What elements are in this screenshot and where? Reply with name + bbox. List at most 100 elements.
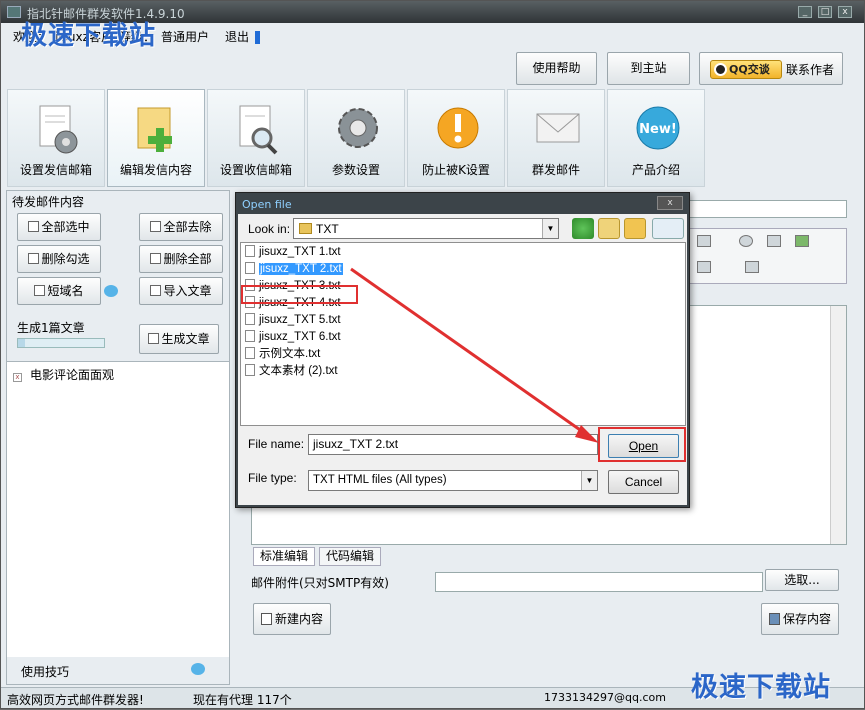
select-all-label: 全部选中 [41,220,90,234]
save-content-label: 保存内容 [782,612,831,626]
generate-count-label: 生成1篇文章 [17,321,85,335]
tab-code-edit[interactable]: 代码编辑 [319,547,382,566]
file-item[interactable]: jisuxz_TXT 5.txt [245,313,341,328]
text-file-icon [245,262,255,274]
tab-recipient-mailbox[interactable]: 设置收信邮箱 [207,89,305,187]
new-badge-icon: New! [636,106,680,150]
tab-edit-content[interactable]: 编辑发信内容 [107,89,205,187]
file-name: jisuxz_TXT 1.txt [259,246,341,258]
file-name: 示例文本.txt [259,348,321,360]
tab-label: 参数设置 [331,163,380,177]
proxy-count: 现在有代理 117个 [193,693,292,707]
attachment-label: 邮件附件(只对SMTP有效) [251,576,389,590]
align-icon[interactable] [697,235,711,247]
editor-scrollbar[interactable] [830,306,846,544]
attachment-input[interactable] [435,572,763,592]
generate-article-label: 生成文章 [161,332,210,346]
file-type-select[interactable]: TXT HTML files (All types) ▼ [308,470,598,491]
file-type-value: TXT HTML files (All types) [313,474,447,486]
subject-input[interactable] [688,200,847,218]
editor-toolbar [688,228,847,284]
file-item-selected[interactable]: jisuxz_TXT 2.txt [245,262,343,277]
help-bubble-icon[interactable] [104,285,118,297]
table-icon[interactable] [767,235,781,247]
generate-progress-bar [17,338,105,348]
import-article-button[interactable]: 导入文章 [139,277,223,305]
tips-bubble-icon[interactable] [191,663,205,675]
new-document-icon [260,613,272,625]
save-icon [768,613,780,625]
tab-product-intro[interactable]: New! 产品介绍 [607,89,705,187]
short-domain-icon [34,285,46,296]
delete-checked-button[interactable]: 删除勾选 [17,245,101,273]
contact-author-button[interactable]: QQ交谈 联系作者 [699,52,843,85]
help-button[interactable]: 使用帮助 [516,52,597,85]
selected-file-highlight [241,285,358,304]
import-icon [150,285,162,296]
look-in-select[interactable]: TXT ▼ [293,218,559,239]
maximize-button[interactable]: □ [818,6,832,18]
file-item[interactable]: jisuxz_TXT 1.txt [245,245,341,260]
file-name-input[interactable]: jisuxz_TXT 2.txt [308,434,598,455]
file-item[interactable]: 文本素材 (2).txt [245,364,338,379]
qq-icon [714,63,727,76]
short-domain-button[interactable]: 短域名 [17,277,101,305]
folder-icon [299,223,312,234]
dialog-close-button[interactable]: x [657,196,683,210]
article-title: 电影评论面面观 [30,368,115,382]
tab-label: 设置收信邮箱 [219,163,292,177]
new-content-button[interactable]: 新建内容 [253,603,331,635]
minimize-button[interactable]: _ [798,6,812,18]
delete-all-button[interactable]: 删除全部 [139,245,223,273]
file-item[interactable]: 示例文本.txt [245,347,320,362]
up-folder-icon[interactable] [598,218,620,239]
home-button[interactable]: 到主站 [607,52,690,85]
svg-text:New!: New! [639,122,677,137]
tab-anti-block[interactable]: 防止被K设置 [407,89,505,187]
file-name: 文本素材 (2).txt [259,365,338,377]
watermark-bottom: 极速下载站 [691,672,831,703]
tab-bulk-send[interactable]: 群发邮件 [507,89,605,187]
generate-article-button[interactable]: 生成文章 [139,324,219,354]
list-item[interactable]: x 电影评论面面观 [13,366,114,383]
file-name: jisuxz_TXT 2.txt [259,263,343,275]
tips-label[interactable]: 使用技巧 [21,663,69,680]
logout-link[interactable]: 退出 [225,30,249,44]
view-menu-icon[interactable] [652,218,684,239]
browse-button[interactable]: 选取... [765,569,839,591]
outdent-icon[interactable] [697,261,711,273]
app-icon [7,6,21,18]
file-name-label: File name: [248,437,305,451]
tab-parameters[interactable]: 参数设置 [307,89,405,187]
item-checkbox[interactable]: x [13,373,22,382]
tab-label: 群发邮件 [531,163,580,177]
look-in-label: Look in: [248,222,291,236]
remove-all-label: 全部去除 [163,220,212,234]
tab-label: 产品介绍 [631,163,680,177]
close-button[interactable]: x [838,6,852,18]
panel-title: 待发邮件内容 [12,195,85,209]
image-icon[interactable] [795,235,809,247]
chevron-down-icon[interactable]: ▼ [542,219,558,238]
tab-standard-edit[interactable]: 标准编辑 [253,547,316,566]
document-search-icon [239,105,278,155]
back-icon[interactable] [572,218,594,239]
tab-label: 编辑发信内容 [119,163,192,177]
file-item[interactable]: jisuxz_TXT 6.txt [245,330,341,345]
progress-fill [18,339,25,347]
cancel-button[interactable]: Cancel [608,470,679,494]
text-file-icon [245,245,255,257]
file-name: jisuxz_TXT 6.txt [259,331,341,343]
chevron-down-icon[interactable]: ▼ [581,471,597,490]
tab-sender-mailbox[interactable]: 设置发信邮箱 [7,89,105,187]
select-all-button[interactable]: 全部选中 [17,213,101,241]
new-folder-icon[interactable] [624,218,646,239]
envelope-icon [536,113,580,143]
text-cursor [255,31,260,44]
remove-all-button[interactable]: 全部去除 [139,213,223,241]
emoticon-icon[interactable] [739,235,753,247]
special-char-icon[interactable] [745,261,759,273]
save-content-button[interactable]: 保存内容 [761,603,839,635]
tab-label: 防止被K设置 [422,163,490,177]
file-name: jisuxz_TXT 5.txt [259,314,341,326]
